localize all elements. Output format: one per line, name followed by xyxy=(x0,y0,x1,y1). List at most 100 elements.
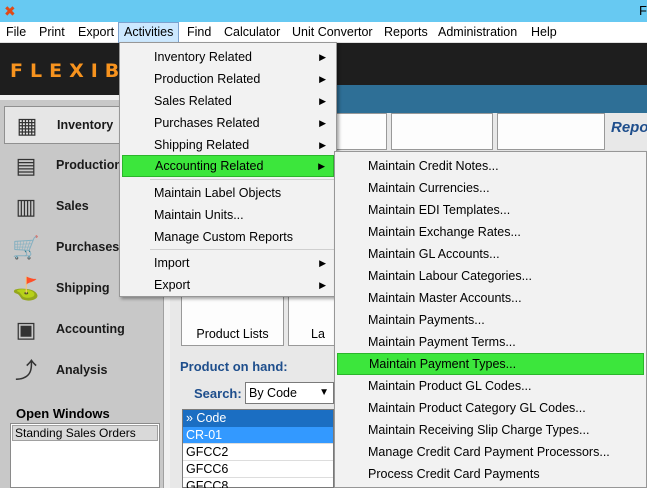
submenu-item[interactable]: Manage Credit Card Payment Processors... xyxy=(337,441,644,463)
submenu-item[interactable]: Maintain Receiving Slip Charge Types... xyxy=(337,419,644,441)
chevron-right-icon: ▶ xyxy=(319,118,326,128)
chevron-right-icon: ▶ xyxy=(319,280,326,290)
header-band xyxy=(335,85,647,113)
calculator-icon: ▣ xyxy=(15,317,37,342)
menu-item-label: Manage Custom Reports xyxy=(154,230,293,244)
nav-label: Analysis xyxy=(56,363,108,377)
toolbar-tile[interactable] xyxy=(391,113,493,150)
submenu-item[interactable]: Maintain Credit Notes... xyxy=(337,155,644,177)
menu-item-label: Maintain Label Objects xyxy=(154,186,282,200)
bar-chart-icon: ▥ xyxy=(15,194,37,219)
toolbar-tile[interactable] xyxy=(335,113,387,150)
chevron-right-icon: ▶ xyxy=(319,74,326,84)
calendar-icon: ▤ xyxy=(15,153,37,178)
tile-label: Product Lists xyxy=(196,327,269,341)
menu-item-label: Import xyxy=(154,256,190,270)
grid-row[interactable]: CR-01 xyxy=(183,427,333,444)
submenu-item-maintain-payment-types[interactable]: Maintain Payment Types... xyxy=(337,353,644,375)
toolbar-tile[interactable] xyxy=(497,113,605,150)
menu-find[interactable]: Find xyxy=(187,22,211,43)
menu-calculator[interactable]: Calculator xyxy=(224,22,280,43)
submenu-item[interactable]: Maintain Payment Terms... xyxy=(337,331,644,353)
menu-separator xyxy=(150,249,334,250)
menu-bar: File Print Export Activities Find Calcul… xyxy=(0,22,647,43)
report-heading: Repo xyxy=(611,119,647,136)
menu-item-maintain-label-objects[interactable]: Maintain Label Objects xyxy=(122,182,334,204)
menu-item-maintain-units[interactable]: Maintain Units... xyxy=(122,204,334,226)
chevron-right-icon: ▶ xyxy=(319,258,326,268)
menu-item-label: Purchases Related xyxy=(154,116,260,130)
activities-menu: Inventory Related ▶ Production Related ▶ S… xyxy=(119,42,337,297)
submenu-item[interactable]: Maintain GL Accounts... xyxy=(337,243,644,265)
title-bar: ✖ F xyxy=(0,0,647,22)
submenu-item[interactable]: Process Credit Card Payments xyxy=(337,463,644,485)
tile-product-lists[interactable]: Product Lists xyxy=(181,296,284,346)
menu-item-sales-related[interactable]: Sales Related ▶ xyxy=(122,90,334,112)
product-on-hand-label: Product on hand: xyxy=(180,359,288,374)
open-window-item[interactable]: Standing Sales Orders xyxy=(12,425,158,441)
menu-item-label: Shipping Related xyxy=(154,138,250,152)
nav-accounting[interactable]: ▣ Accounting xyxy=(4,311,160,349)
submenu-item[interactable]: Maintain Master Accounts... xyxy=(337,287,644,309)
chevron-right-icon: ▶ xyxy=(319,140,326,150)
submenu-item[interactable]: Maintain Labour Categories... xyxy=(337,265,644,287)
app-icon[interactable]: ✖ xyxy=(4,3,20,19)
grid-row[interactable]: GFCC6 xyxy=(183,461,333,478)
search-select-value: By Code xyxy=(249,386,297,400)
barcode-icon: ▦ xyxy=(16,113,38,138)
open-windows-list: Standing Sales Orders xyxy=(10,423,160,488)
accounting-submenu: Maintain Credit Notes... Maintain Curren… xyxy=(334,151,647,488)
menu-item-label: Production Related xyxy=(154,72,261,86)
search-label: Search: xyxy=(194,386,242,401)
cart-icon: 🛒 xyxy=(12,235,40,260)
menu-unit-convertor[interactable]: Unit Convertor xyxy=(292,22,373,43)
trend-icon: ⤴ xyxy=(14,358,37,383)
submenu-item[interactable]: Maintain Product GL Codes... xyxy=(337,375,644,397)
nav-label: Purchases xyxy=(56,240,120,254)
nav-label: Sales xyxy=(56,199,89,213)
menu-separator xyxy=(150,179,334,180)
chevron-right-icon: ▶ xyxy=(319,52,326,62)
chevron-right-icon: ▶ xyxy=(318,161,325,171)
menu-file[interactable]: File xyxy=(6,22,26,43)
menu-item-import[interactable]: Import ▶ xyxy=(122,252,334,274)
submenu-item[interactable]: Maintain Payments... xyxy=(337,309,644,331)
menu-item-shipping-related[interactable]: Shipping Related ▶ xyxy=(122,134,334,156)
menu-export[interactable]: Export xyxy=(78,22,114,43)
menu-item-accounting-related[interactable]: Accounting Related ▶ xyxy=(122,155,334,177)
menu-print[interactable]: Print xyxy=(39,22,65,43)
submenu-item[interactable]: Maintain Currencies... xyxy=(337,177,644,199)
window-title: F xyxy=(639,3,647,18)
menu-item-manage-custom-reports[interactable]: Manage Custom Reports xyxy=(122,226,334,248)
nav-analysis[interactable]: ⤴ Analysis xyxy=(4,352,160,390)
menu-help[interactable]: Help xyxy=(531,22,557,43)
submenu-item[interactable]: Maintain Product Category GL Codes... xyxy=(337,397,644,419)
menu-item-label: Maintain Units... xyxy=(154,208,244,222)
map-pin-icon: ⛳ xyxy=(12,276,40,301)
menu-reports[interactable]: Reports xyxy=(384,22,428,43)
submenu-item[interactable]: Maintain EDI Templates... xyxy=(337,199,644,221)
nav-label: Inventory xyxy=(57,118,114,132)
nav-label: Shipping xyxy=(56,281,110,295)
chevron-down-icon: ▼ xyxy=(319,387,329,398)
menu-item-label: Inventory Related xyxy=(154,50,252,64)
menu-item-production-related[interactable]: Production Related ▶ xyxy=(122,68,334,90)
menu-item-inventory-related[interactable]: Inventory Related ▶ xyxy=(122,46,334,68)
menu-item-label: Accounting Related xyxy=(155,159,264,173)
search-select[interactable]: By Code ▼ xyxy=(245,382,334,404)
submenu-item[interactable]: Maintain Exchange Rates... xyxy=(337,221,644,243)
chevron-right-icon: ▶ xyxy=(319,96,326,106)
product-grid: » Code CR-01 GFCC2 GFCC6 GFCC8 xyxy=(182,409,334,488)
menu-administration[interactable]: Administration xyxy=(438,22,517,43)
grid-row[interactable]: GFCC8 xyxy=(183,478,333,488)
menu-item-label: Sales Related xyxy=(154,94,232,108)
menu-item-purchases-related[interactable]: Purchases Related ▶ xyxy=(122,112,334,134)
grid-row[interactable]: GFCC2 xyxy=(183,444,333,461)
menu-item-export[interactable]: Export ▶ xyxy=(122,274,334,296)
open-windows-title: Open Windows xyxy=(16,406,110,421)
nav-label: Accounting xyxy=(56,322,125,336)
menu-item-label: Export xyxy=(154,278,191,292)
grid-header-code[interactable]: » Code xyxy=(183,410,333,427)
nav-label: Production xyxy=(56,158,122,172)
menu-activities[interactable]: Activities xyxy=(118,22,180,43)
